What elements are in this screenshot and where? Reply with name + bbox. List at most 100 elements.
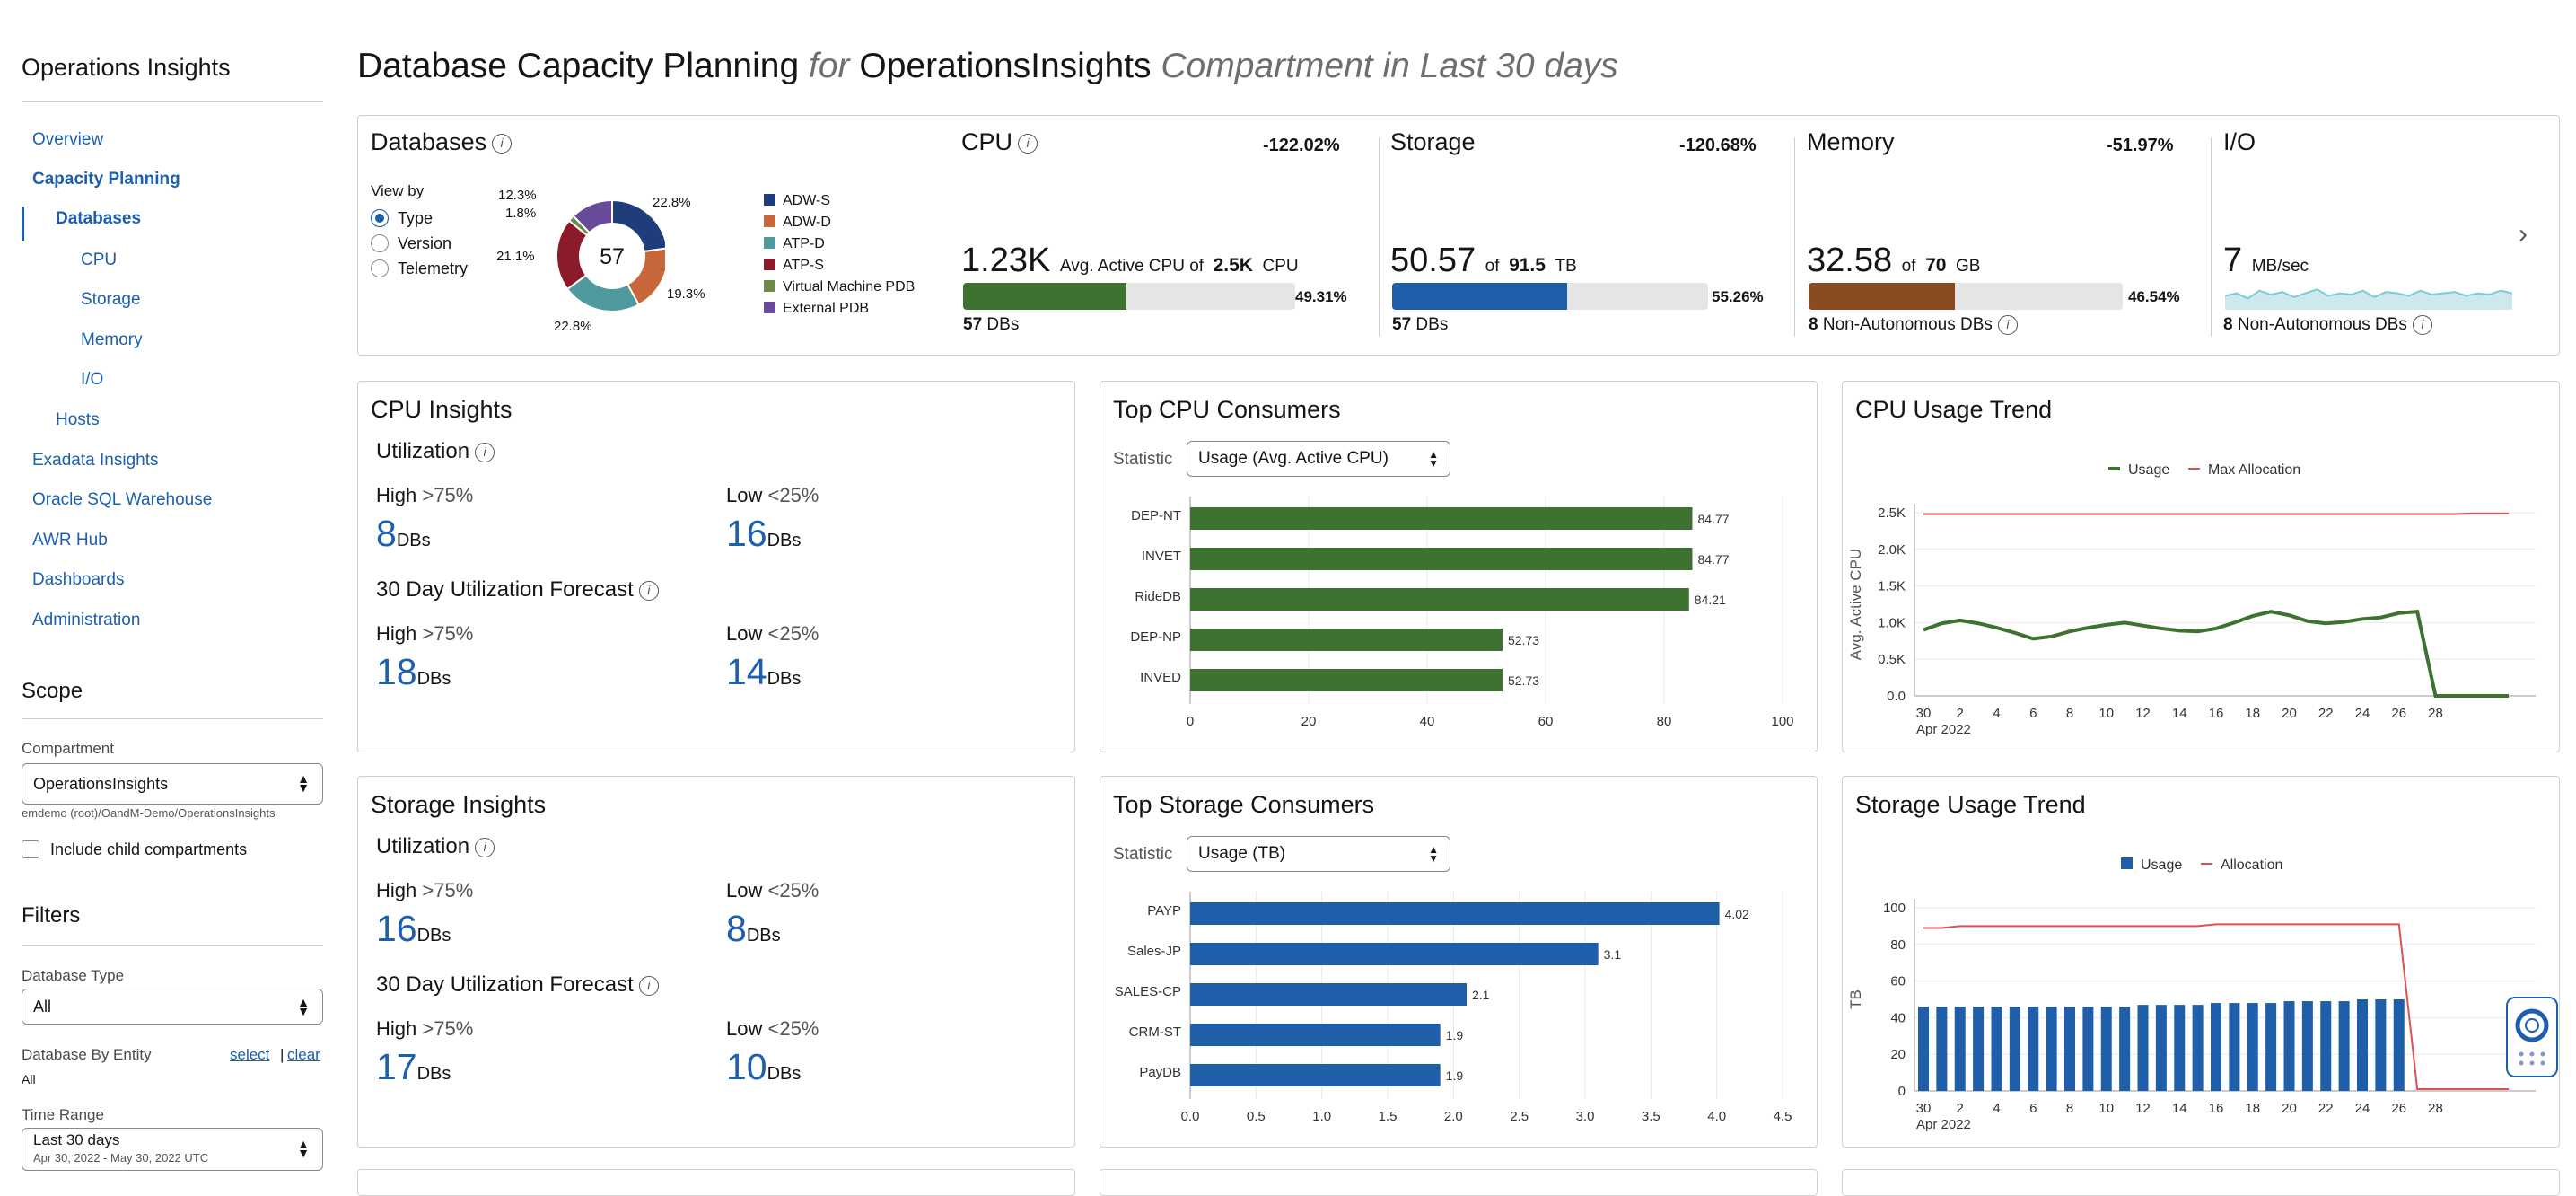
series-line[interactable] <box>1923 610 2509 698</box>
x-tick-label: 4.5 <box>1774 1109 1792 1124</box>
bar[interactable] <box>1190 902 1720 925</box>
bar[interactable] <box>2247 1003 2258 1091</box>
nav-storage[interactable]: Storage <box>81 290 141 310</box>
nav-hosts[interactable]: Hosts <box>56 410 100 430</box>
bar[interactable] <box>2028 1007 2039 1091</box>
top-storage-statistic-select[interactable]: Usage (TB) ▲ ▼ <box>1187 836 1450 872</box>
bar[interactable] <box>2155 1005 2167 1091</box>
summary-card: Databases i View by Type Version Telemetr… <box>357 115 2560 356</box>
info-icon[interactable]: i <box>1997 315 2018 335</box>
storage-fc-high-value[interactable]: 17DBs <box>376 1046 451 1088</box>
cpu-fc-low-value[interactable]: 14DBs <box>726 651 801 693</box>
bar[interactable] <box>1190 983 1467 1006</box>
info-icon[interactable]: i <box>492 133 513 154</box>
nav-exadata-insights[interactable]: Exadata Insights <box>32 451 158 470</box>
dbs-unit: DBs <box>416 1064 451 1084</box>
info-icon[interactable]: i <box>2412 315 2432 335</box>
storage-util-high-value[interactable]: 16DBs <box>376 908 451 950</box>
chevron-right-icon[interactable]: › <box>2519 219 2528 250</box>
bar[interactable] <box>1936 1007 1948 1091</box>
bar[interactable] <box>2174 1005 2186 1091</box>
nav-overview[interactable]: Overview <box>32 130 103 150</box>
storage-fc-low-value[interactable]: 10DBs <box>726 1046 801 1088</box>
bar[interactable] <box>1991 1007 2002 1091</box>
clear-link[interactable]: clear <box>287 1046 320 1064</box>
bar[interactable] <box>2064 1007 2075 1091</box>
low-threshold: <25% <box>767 484 819 506</box>
select-link[interactable]: select <box>230 1046 269 1064</box>
info-icon[interactable]: i <box>638 580 659 601</box>
bar[interactable] <box>2211 1003 2221 1091</box>
info-icon[interactable]: i <box>475 442 495 462</box>
nav-dashboards[interactable]: Dashboards <box>32 570 124 590</box>
data-label: 84.77 <box>1697 512 1729 526</box>
bar[interactable] <box>2137 1005 2149 1091</box>
radio-type[interactable]: Type <box>371 209 433 228</box>
memory-unit-pre: of <box>1901 257 1916 276</box>
memory-progress-fill <box>1809 283 1955 310</box>
time-range-select[interactable]: Last 30 days Apr 30, 2022 - May 30, 2022… <box>22 1128 323 1171</box>
legend-swatch <box>2121 857 2133 869</box>
nav-administration[interactable]: Administration <box>32 611 140 630</box>
cpu-util-low-value[interactable]: 16DBs <box>726 513 801 555</box>
help-button[interactable] <box>2506 997 2558 1077</box>
top-storage-statistic-value: Usage (TB) <box>1198 844 1286 863</box>
cpu-util-high-value[interactable]: 8DBs <box>376 513 431 555</box>
bar[interactable] <box>2100 1007 2112 1091</box>
nav-capacity-planning[interactable]: Capacity Planning <box>32 170 180 189</box>
x-tick-label: 4.0 <box>1707 1109 1726 1124</box>
compartment-select[interactable]: OperationsInsights ▲ ▼ <box>22 763 323 805</box>
bar[interactable] <box>1973 1007 1985 1091</box>
bar[interactable] <box>2192 1005 2204 1091</box>
low-text: Low <box>726 484 763 506</box>
db-type-select[interactable]: All ▲ ▼ <box>22 989 323 1025</box>
storage-util-low-value[interactable]: 8DBs <box>726 908 781 950</box>
bar[interactable] <box>2393 999 2405 1091</box>
bar[interactable] <box>2301 1001 2313 1091</box>
bar[interactable] <box>1190 507 1693 530</box>
nav-io[interactable]: I/O <box>81 370 103 390</box>
nav-databases[interactable]: Databases <box>56 209 141 229</box>
nav-oracle-sql-warehouse[interactable]: Oracle SQL Warehouse <box>32 490 212 510</box>
bar[interactable] <box>1190 629 1503 651</box>
bar[interactable] <box>2338 1001 2350 1091</box>
x-tick-label: 10 <box>2098 706 2114 721</box>
bar[interactable] <box>2119 1007 2131 1091</box>
bar[interactable] <box>1918 1007 1929 1091</box>
info-icon[interactable]: i <box>475 837 495 857</box>
partial-card <box>357 1169 1075 1196</box>
nav-memory[interactable]: Memory <box>81 330 143 350</box>
nav-cpu[interactable]: CPU <box>81 251 117 270</box>
radio-telemetry[interactable]: Telemetry <box>371 259 468 278</box>
y-tick-label: 2.5K <box>1878 506 1906 521</box>
bar[interactable] <box>2283 1001 2295 1091</box>
x-tick-label: 16 <box>2209 706 2224 721</box>
data-label: 1.9 <box>1446 1068 1464 1083</box>
bar[interactable] <box>2265 1003 2277 1091</box>
bar[interactable] <box>2009 1007 2020 1091</box>
bar[interactable] <box>1190 1064 1441 1086</box>
top-cpu-statistic-select[interactable]: Usage (Avg. Active CPU) ▲ ▼ <box>1187 441 1450 477</box>
radio-version[interactable]: Version <box>371 234 451 253</box>
bar[interactable] <box>1190 588 1689 611</box>
bar[interactable] <box>2046 1007 2057 1091</box>
bar[interactable] <box>1190 1024 1441 1046</box>
bar[interactable] <box>1954 1007 1966 1091</box>
bar[interactable] <box>1190 943 1599 965</box>
bar[interactable] <box>1190 669 1503 691</box>
include-child-checkbox[interactable] <box>22 840 39 858</box>
info-icon[interactable]: i <box>638 975 659 996</box>
low-text: Low <box>726 879 763 901</box>
bar[interactable] <box>1190 548 1693 570</box>
page-title: Database Capacity Planning for Operation… <box>357 47 1618 86</box>
bar[interactable] <box>2082 1007 2094 1091</box>
info-icon[interactable]: i <box>1018 133 1038 154</box>
bar[interactable] <box>2357 999 2368 1091</box>
cpu-fc-high-value[interactable]: 18DBs <box>376 651 451 693</box>
x-tick-label: 2.0 <box>1444 1109 1463 1124</box>
x-tick-label: 30 <box>1916 706 1932 721</box>
bar[interactable] <box>2320 1001 2332 1091</box>
nav-awr-hub[interactable]: AWR Hub <box>32 531 108 550</box>
bar[interactable] <box>2229 1003 2240 1091</box>
bar[interactable] <box>2375 999 2387 1091</box>
